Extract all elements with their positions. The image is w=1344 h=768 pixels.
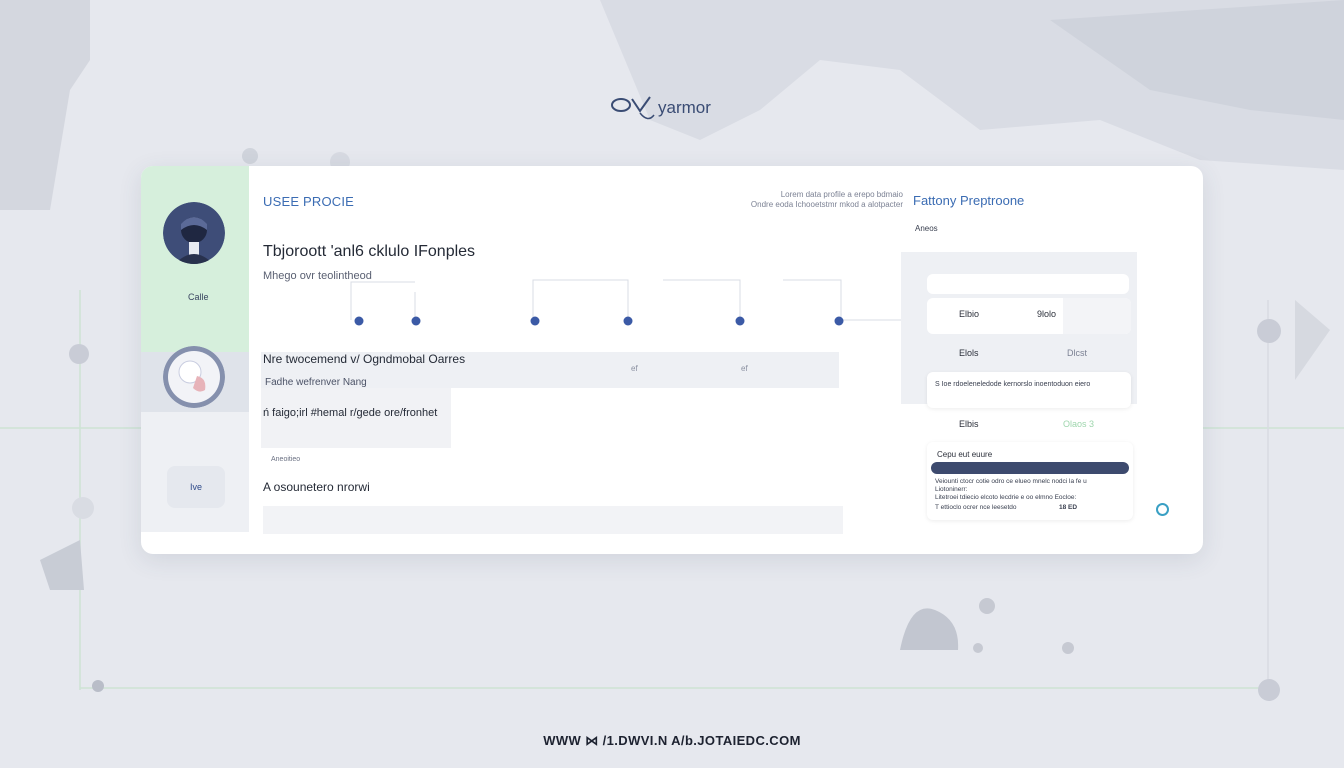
profile-card: Calle Ive USEE PROCIE Lorem data profile… <box>141 166 1203 554</box>
sidebar: Calle Ive <box>141 166 249 554</box>
sidebar-item-button[interactable]: Ive <box>167 466 225 508</box>
list-item-title[interactable]: Nre twocemend v/ Ogndmobal Oarres <box>263 352 465 366</box>
timeline-point <box>530 316 540 326</box>
detail-box-value-area <box>1063 298 1131 334</box>
logo-mark-icon <box>611 96 655 120</box>
status-badge: Olaos 3 <box>1063 419 1095 429</box>
security-line: T ettioclo ocrer nce leesetdo <box>935 504 1017 511</box>
note-text: S Ioe rdoeleneledode kernorslo inoentodu… <box>935 381 1091 388</box>
refresh-button[interactable] <box>1152 499 1172 519</box>
security-line: Litetroei tdiecio elcoto lecdrie e oo el… <box>935 494 1077 501</box>
section-title: USEE PROCIE <box>263 194 355 209</box>
page-title: Tbjoroott 'anl6 cklulo IFonples <box>263 243 476 260</box>
primary-action-bar[interactable] <box>931 462 1129 474</box>
logo-text: yarmor <box>658 98 711 117</box>
security-value: 18 ED <box>1059 504 1078 511</box>
security-line: Veiounti ctocr cotie odro ce elueo mnelc… <box>935 478 1087 485</box>
panel-subtitle: Aneos <box>915 224 938 233</box>
sidebar-item-label: Calle <box>188 292 209 302</box>
security-heading: Cepu eut euure <box>937 450 993 459</box>
security-card: Cepu eut euure Veiounti ctocr cotie odro… <box>927 442 1133 520</box>
security-line: Liotoninerr: <box>935 486 968 493</box>
timeline-point <box>623 316 633 326</box>
text-input-field[interactable]: Aneoitieo A osounetero nrorwi <box>263 448 843 507</box>
timeline-point <box>735 316 745 326</box>
detail-key: Elols <box>959 348 979 358</box>
meta-info: Lorem data profile a erepo bdmaio Ondre … <box>673 190 903 210</box>
note-card[interactable]: S Ioe rdoeleneledode kernorslo inoentodu… <box>927 372 1131 408</box>
sidebar-item-label: Ive <box>189 482 202 492</box>
input-label: Aneoitieo <box>271 456 301 463</box>
avatar[interactable] <box>163 346 225 408</box>
meta-line: Ondre eoda Ichooetstmr mkod a alotpacter <box>750 200 903 209</box>
meta-line: Lorem data profile a erepo bdmaio <box>780 190 903 199</box>
user-avatar-icon <box>163 202 225 264</box>
brand-logo[interactable]: yarmor <box>610 90 740 126</box>
user-avatar-icon <box>163 346 225 408</box>
timeline <box>350 279 903 326</box>
detail-value: Dlcst <box>1067 348 1087 358</box>
input-shadow <box>263 506 843 534</box>
timeline-point <box>834 316 844 326</box>
list-item-meta: ef <box>631 364 638 373</box>
ring-icon <box>1155 502 1169 516</box>
main-content: USEE PROCIE Lorem data profile a erepo b… <box>261 166 903 554</box>
footer-url[interactable]: WWW ⋈ /1.DWVI.N A/b.JOTAIEDC.COM <box>0 733 1344 749</box>
detail-box: Elbio 9lolo <box>927 298 1131 334</box>
list-item-subtitle: Fadhe wefrenver Nang <box>265 377 367 388</box>
avatar[interactable] <box>163 202 225 264</box>
list-item-meta: ef <box>741 364 748 373</box>
search-input[interactable] <box>927 274 1129 294</box>
row-description: ń faigo;irl #hemal r/gede ore/fronhet <box>263 407 438 419</box>
timeline-point <box>411 316 421 326</box>
detail-value[interactable]: 9lolo <box>1037 309 1056 319</box>
panel-title: Fattony Preptroone <box>913 193 1025 208</box>
input-value: A osounetero nrorwi <box>263 480 370 494</box>
right-panel: Fattony Preptroone Aneos Elbio 9lolo Elo… <box>901 166 1201 554</box>
detail-key: Elbis <box>959 419 979 429</box>
timeline-point <box>354 316 364 326</box>
detail-key: Elbio <box>959 309 980 319</box>
